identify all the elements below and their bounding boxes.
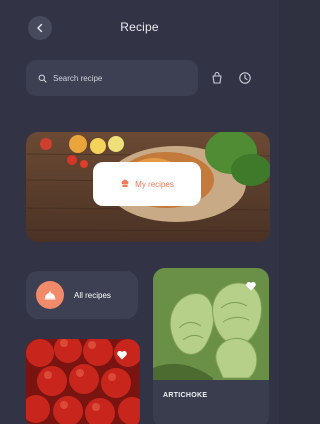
all-recipes-label: All recipes [74, 290, 111, 300]
recipe-card-artichoke[interactable]: ARTICHOKE [153, 268, 269, 424]
search-placeholder: Search recipe [53, 73, 103, 83]
recipe-card-apples[interactable] [26, 339, 140, 424]
heart-icon [117, 350, 127, 360]
recipe-card-title: ARTICHOKE [163, 392, 208, 399]
search-input[interactable]: Search recipe [26, 60, 198, 96]
favorite-button[interactable] [243, 278, 259, 294]
header: Recipe [0, 0, 279, 56]
page-title: Recipe [120, 20, 159, 34]
chef-hat-icon [121, 179, 129, 187]
my-recipes-button[interactable]: My recipes [93, 162, 201, 206]
basket-button[interactable] [208, 69, 226, 87]
basket-icon [212, 71, 222, 84]
favorite-button[interactable] [114, 347, 130, 363]
clock-icon [239, 72, 251, 84]
search-icon [38, 74, 47, 83]
my-recipes-label: My recipes [135, 179, 174, 189]
history-button[interactable] [236, 69, 254, 87]
all-recipes-button[interactable]: All recipes [26, 271, 138, 319]
heart-icon [246, 281, 256, 291]
all-recipes-icon-badge [36, 281, 64, 309]
recipe-screen: Recipe Search recipe My recipes All reci… [0, 0, 279, 424]
my-recipes-banner: My recipes [26, 132, 270, 242]
cloche-icon [44, 291, 56, 300]
